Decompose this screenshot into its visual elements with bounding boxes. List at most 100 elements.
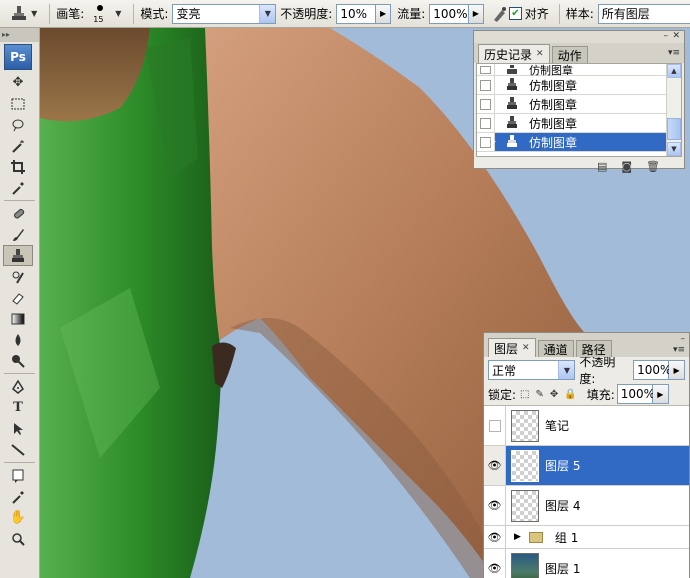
mode-select[interactable]: 变亮 ▼	[172, 3, 277, 24]
sample-select[interactable]: 所有图层	[597, 3, 690, 24]
chevron-down-icon[interactable]: ▼	[259, 4, 276, 23]
lock-icons: ⬚ ✎ ✥ 🔒	[520, 389, 577, 400]
flow-slider-button[interactable]: ▶	[468, 3, 484, 24]
minimize-icon[interactable]: –	[664, 31, 669, 42]
history-footer: ▤ ◙ 🗑	[474, 157, 684, 175]
crop-tool-icon[interactable]	[0, 156, 36, 177]
separator	[133, 3, 135, 24]
tab-layers[interactable]: 图层 ✕	[488, 338, 536, 357]
layer-opacity-slider-button[interactable]: ▶	[669, 360, 685, 380]
lock-transparent-icon[interactable]: ⬚	[520, 389, 529, 400]
chevron-down-icon[interactable]: ▼	[558, 361, 575, 379]
lock-all-icon[interactable]: 🔒	[564, 389, 576, 400]
eraser-tool-icon[interactable]	[0, 287, 36, 308]
line-tool-icon[interactable]	[0, 439, 36, 460]
brush-tool-icon[interactable]	[0, 224, 36, 245]
tab-channels[interactable]: 通道	[537, 340, 574, 357]
eye-icon[interactable]: 👁	[484, 526, 506, 548]
clone-stamp-preset-icon[interactable]	[8, 3, 29, 25]
layer-row[interactable]: 笔记	[484, 406, 689, 446]
opacity-input[interactable]: 10%	[336, 3, 376, 24]
hand-tool-icon[interactable]: ✋	[0, 507, 36, 528]
gradient-tool-icon[interactable]	[0, 308, 36, 329]
type-tool-icon[interactable]: T	[0, 397, 36, 418]
scroll-up-icon[interactable]: ▲	[667, 64, 681, 78]
pen-tool-icon[interactable]	[0, 376, 36, 397]
lock-fill-row: 锁定: ⬚ ✎ ✥ 🔒 填充: 100% ▶	[484, 383, 689, 406]
panel-menu-icon[interactable]: ▾≡	[668, 48, 680, 58]
history-brush-tool-icon[interactable]	[0, 266, 36, 287]
tab-actions[interactable]: 动作	[551, 46, 588, 63]
opacity-slider-button[interactable]: ▶	[375, 3, 392, 24]
notes-tool-icon[interactable]	[0, 465, 36, 486]
expand-triangle-icon[interactable]: ▶	[514, 532, 521, 542]
snapshot-source-box[interactable]	[477, 64, 495, 75]
flow-input[interactable]: 100%	[429, 3, 469, 24]
layer-name: 图层 4	[545, 499, 581, 513]
clone-stamp-icon	[501, 78, 523, 92]
scroll-down-icon[interactable]: ▼	[667, 142, 681, 156]
lock-image-icon[interactable]: ✎	[536, 389, 544, 400]
dodge-tool-icon[interactable]	[0, 350, 36, 371]
history-item-selected[interactable]: ▷ 仿制图章	[477, 133, 681, 152]
history-item[interactable]: 仿制图章	[477, 114, 681, 133]
fill-input[interactable]: 100%	[616, 384, 655, 404]
layer-name: 图层 5	[545, 459, 581, 473]
history-item[interactable]: 仿制图章	[477, 95, 681, 114]
tab-history[interactable]: 历史记录 ✕	[478, 44, 550, 63]
visibility-toggle[interactable]	[484, 406, 506, 445]
path-selection-tool-icon[interactable]	[0, 418, 36, 439]
lock-position-icon[interactable]: ✥	[550, 389, 558, 400]
layer-row-selected[interactable]: 👁 图层 5	[484, 446, 689, 486]
close-icon[interactable]: ✕	[522, 343, 530, 353]
trash-icon[interactable]: 🗑	[646, 160, 660, 173]
airbrush-icon[interactable]	[490, 3, 509, 25]
clone-stamp-tool-icon[interactable]	[3, 245, 33, 266]
layer-group-row[interactable]: 👁 ▶ 组 1	[484, 526, 689, 549]
layer-opacity-value: 100%	[637, 363, 672, 377]
eyedropper-tool-icon[interactable]	[0, 177, 36, 198]
fill-slider-button[interactable]: ▶	[652, 384, 669, 404]
eyedropper2-tool-icon[interactable]	[0, 486, 36, 507]
new-document-from-state-icon[interactable]: ▤	[597, 160, 607, 173]
marquee-tool-icon[interactable]	[0, 93, 36, 114]
eye-icon[interactable]: 👁	[484, 549, 506, 578]
panel-menu-icon[interactable]: ▾≡	[673, 345, 685, 355]
brush-picker[interactable]: 15	[88, 2, 111, 26]
panel-titlebar[interactable]: – ✕	[474, 31, 684, 43]
layer-row[interactable]: 👁 图层 4	[484, 486, 689, 526]
snapshot-source-box[interactable]	[477, 114, 495, 132]
tab-paths[interactable]: 路径	[575, 340, 612, 357]
close-icon[interactable]: ✕	[536, 49, 544, 59]
preset-dropdown-icon[interactable]: ▼	[31, 9, 37, 18]
ps-logo[interactable]: Ps	[4, 44, 32, 70]
clone-stamp-icon	[501, 64, 523, 75]
new-snapshot-icon[interactable]: ◙	[621, 160, 632, 173]
snapshot-source-box[interactable]	[477, 76, 495, 94]
history-item[interactable]: 仿制图章	[477, 64, 681, 77]
history-item[interactable]: 仿制图章	[477, 76, 681, 95]
layer-name: 笔记	[545, 419, 570, 433]
lasso-tool-icon[interactable]	[0, 114, 36, 135]
eye-icon[interactable]: 👁	[484, 446, 506, 485]
flow-value: 100%	[433, 6, 468, 21]
tab-paths-label: 路径	[581, 342, 606, 357]
history-scrollbar[interactable]: ▲ ▼	[666, 64, 681, 156]
aligned-checkbox[interactable]: ✔	[509, 7, 522, 20]
magic-wand-tool-icon[interactable]	[0, 135, 36, 156]
minimize-icon[interactable]: –	[681, 334, 686, 344]
scroll-thumb[interactable]	[667, 118, 681, 140]
healing-brush-tool-icon[interactable]	[0, 203, 36, 224]
history-list: 仿制图章 仿制图章 仿制图章 仿制图章 ▷ 仿制图章 ▲ ▼	[476, 63, 682, 157]
brush-dropdown-icon[interactable]: ▼	[115, 9, 121, 18]
zoom-tool-icon[interactable]	[0, 528, 36, 549]
toolbox-grip[interactable]: ▸▸	[0, 28, 39, 42]
eye-icon[interactable]: 👁	[484, 486, 506, 525]
close-icon[interactable]: ✕	[672, 31, 680, 42]
blend-mode-select[interactable]: 正常 ▼	[488, 360, 576, 380]
blur-tool-icon[interactable]	[0, 329, 36, 350]
move-tool-icon[interactable]: ✥	[0, 72, 36, 93]
layer-opacity-input[interactable]: 100%	[633, 360, 672, 380]
snapshot-source-box[interactable]	[477, 95, 495, 113]
layer-row[interactable]: 👁 图层 1	[484, 549, 689, 578]
